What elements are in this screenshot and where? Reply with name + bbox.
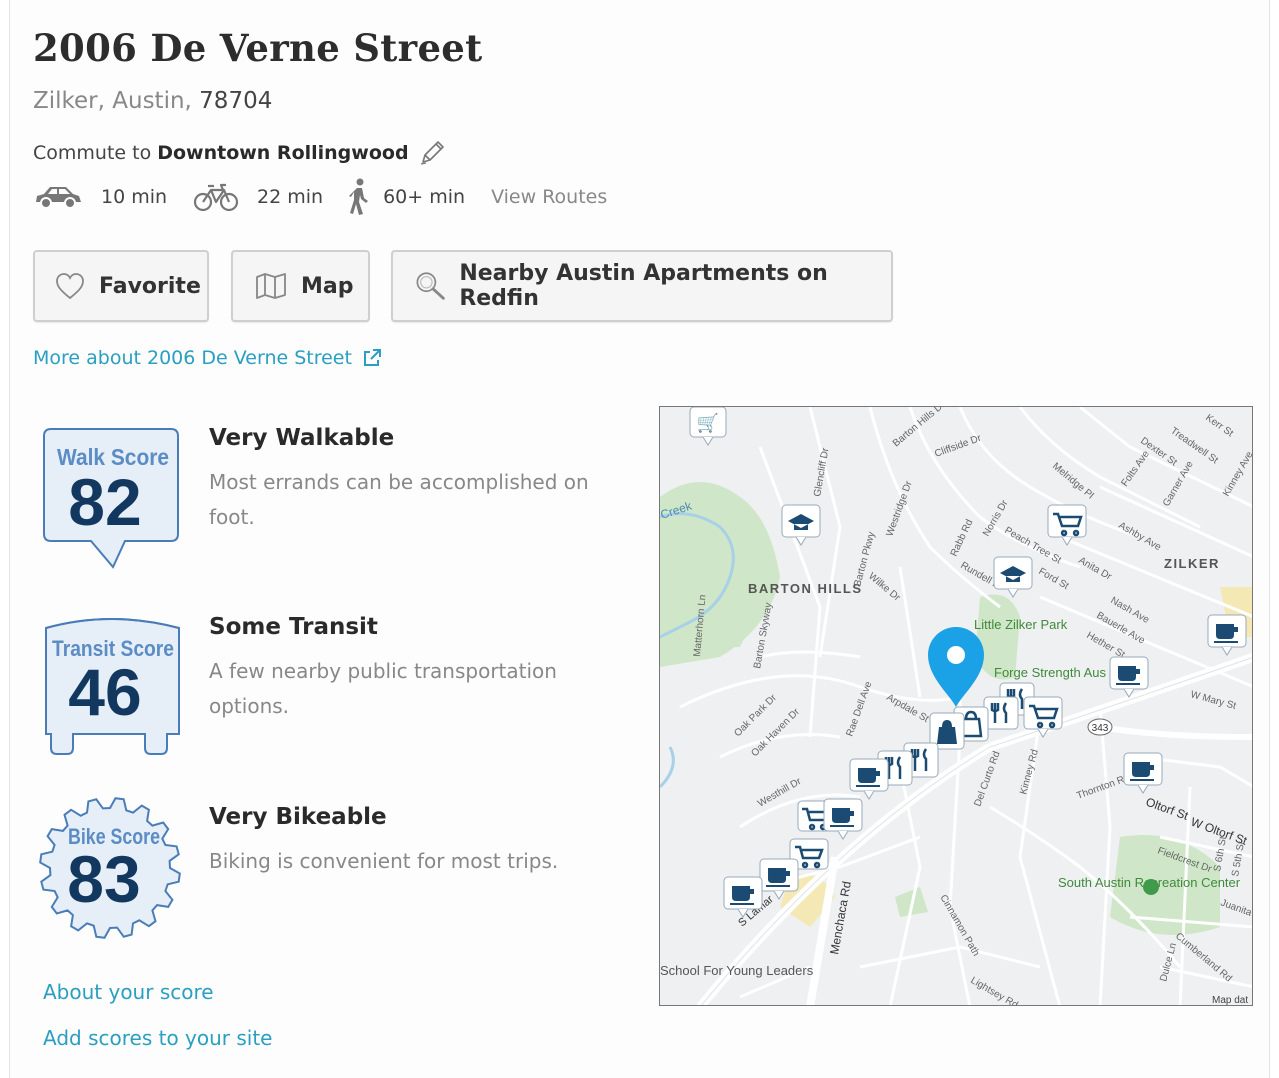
mode-walk[interactable]: 60+ min xyxy=(349,178,465,216)
rec-center-pin-icon xyxy=(1143,879,1159,895)
commute-modes: 10 min 22 min 60+ min View Routes xyxy=(33,178,607,216)
map-button[interactable]: Map xyxy=(231,250,370,322)
search-icon xyxy=(416,272,445,300)
place-label-school: School For Young Leaders xyxy=(660,963,814,978)
address-subtitle: Zilker, Austin, 78704 xyxy=(33,88,272,114)
walk-score-heading: Very Walkable xyxy=(209,425,395,451)
walk-score-value: 82 xyxy=(68,465,141,539)
bike-score-row: Bike Score 83 Very Bikeable Biking is co… xyxy=(33,797,633,954)
walk-time: 60+ min xyxy=(383,186,466,208)
external-link-icon xyxy=(363,349,381,366)
neighborhood-map[interactable]: 343 BARTON HILLS ZILKER Creek Little Zil… xyxy=(659,406,1253,1006)
transit-score-row: Transit Score 46 Some Transit A few near… xyxy=(33,614,633,764)
walk-score-badge[interactable]: Walk Score 82 xyxy=(33,425,183,573)
mode-bike[interactable]: 22 min xyxy=(193,182,323,212)
nearby-apartments-label: Nearby Austin Apartments on Redfin xyxy=(459,261,828,311)
walk-score-row: Walk Score 82 Very Walkable Most errands… xyxy=(33,425,633,575)
area-label-barton-hills: BARTON HILLS xyxy=(748,581,863,596)
more-about-label: More about 2006 De Verne Street xyxy=(33,347,352,369)
car-icon xyxy=(36,187,81,209)
favorite-label: Favorite xyxy=(99,273,201,299)
bike-score-description: Biking is convenient for most trips. xyxy=(209,849,559,873)
place-label-park: Little Zilker Park xyxy=(974,617,1068,632)
neighborhood-city: Zilker, Austin, xyxy=(33,88,192,114)
bike-score-value: 83 xyxy=(67,842,140,916)
bike-time: 22 min xyxy=(257,186,324,208)
bike-icon xyxy=(193,183,239,212)
add-scores-link[interactable]: Add scores to your site xyxy=(43,1026,272,1050)
favorite-button[interactable]: Favorite xyxy=(33,250,209,322)
restaurant-marker-icon[interactable] xyxy=(983,696,1019,730)
pencil-icon[interactable] xyxy=(417,138,447,168)
transit-score-heading: Some Transit xyxy=(209,614,378,640)
svg-text:🛒: 🛒 xyxy=(697,412,719,433)
route-shield-label: 343 xyxy=(1092,723,1109,734)
walk-score-description: Most errands can be accomplished on foot… xyxy=(209,470,589,529)
transit-score-badge[interactable]: Transit Score 46 xyxy=(33,614,185,760)
walk-icon xyxy=(349,178,369,215)
commute-destination[interactable]: Downtown Rollingwood xyxy=(157,142,408,164)
mode-car[interactable]: 10 min xyxy=(33,184,167,210)
route-shield: 343 xyxy=(1087,718,1113,736)
map-attribution: Map dat xyxy=(1212,995,1248,1006)
more-about-link[interactable]: More about 2006 De Verne Street xyxy=(33,347,382,369)
place-label-forge: Forge Strength Aus xyxy=(994,665,1107,680)
view-routes-link[interactable]: View Routes xyxy=(491,186,607,208)
bike-score-badge[interactable]: Bike Score 83 xyxy=(36,794,196,940)
about-score-link[interactable]: About your score xyxy=(43,980,214,1004)
area-label-zilker: ZILKER xyxy=(1164,556,1220,571)
transit-score-value: 46 xyxy=(68,655,141,729)
address-title: 2006 De Verne Street xyxy=(33,26,483,70)
map-icon xyxy=(256,273,286,299)
commute-line: Commute to Downtown Rollingwood xyxy=(33,138,447,168)
zip-code: 78704 xyxy=(199,88,273,114)
car-time: 10 min xyxy=(101,186,168,208)
commute-prefix: Commute to xyxy=(33,142,152,164)
bike-score-heading: Very Bikeable xyxy=(209,804,387,830)
transit-score-description: A few nearby public transportation optio… xyxy=(209,659,557,718)
map-label: Map xyxy=(301,273,354,299)
heart-icon xyxy=(56,273,84,300)
nearby-apartments-button[interactable]: Nearby Austin Apartments on Redfin xyxy=(391,250,893,322)
